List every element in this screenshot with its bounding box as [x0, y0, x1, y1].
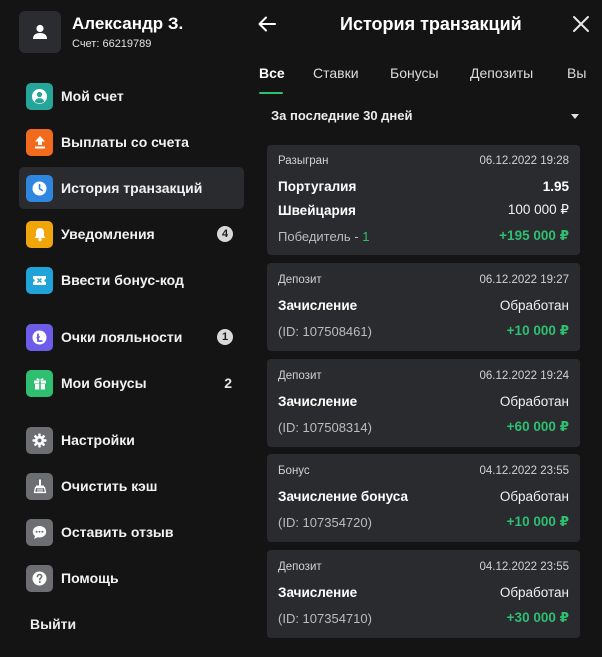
sidebar-item-label: Очки лояльности	[61, 329, 183, 345]
transaction-amount: +10 000 ₽	[506, 323, 569, 338]
clock-icon	[26, 174, 53, 202]
transaction-status: Обработан	[499, 489, 569, 504]
loyalty-count-badge: 1	[217, 329, 233, 345]
ticket-icon	[26, 266, 53, 294]
page-title: История транзакций	[340, 14, 522, 34]
transaction-card[interactable]: Депозит 04.12.2022 23:55 Зачисление Обра…	[267, 550, 580, 638]
transaction-card[interactable]: Депозит 06.12.2022 19:24 Зачисление Обра…	[267, 359, 580, 447]
transaction-card[interactable]: Депозит 06.12.2022 19:27 Зачисление Обра…	[267, 263, 580, 351]
active-tab-indicator	[259, 92, 283, 94]
transaction-date: 04.12.2022 23:55	[479, 465, 569, 477]
chat-icon	[26, 518, 53, 546]
transaction-id: (ID: 107508461)	[278, 323, 372, 339]
transaction-card[interactable]: Бонус 04.12.2022 23:55 Зачисление бонуса…	[267, 454, 580, 542]
transaction-date: 06.12.2022 19:28	[479, 155, 569, 167]
transaction-status: Обработан	[499, 585, 569, 600]
transaction-title: Зачисление	[278, 298, 358, 313]
bonus-count: 2	[224, 375, 232, 391]
help-icon	[26, 564, 53, 592]
transaction-id: (ID: 107508314)	[278, 419, 372, 435]
sidebar-item-bonus-code[interactable]: Ввести бонус-код	[19, 259, 244, 301]
bet-winner: Победитель - 1	[278, 228, 370, 244]
user-circle-icon	[26, 82, 53, 110]
user-account-number: Счет: 66219789	[72, 37, 152, 50]
transaction-type: Депозит	[278, 561, 322, 573]
sidebar-item-label: Очистить кэш	[61, 478, 158, 494]
transaction-amount: +30 000 ₽	[506, 610, 569, 625]
tab-deposits[interactable]: Депозиты	[470, 64, 533, 82]
sidebar-item-label: Ввести бонус-код	[61, 272, 184, 288]
transaction-amount: +195 000 ₽	[499, 228, 569, 243]
sidebar-item-label: Выплаты со счета	[61, 134, 189, 150]
upload-icon	[26, 128, 53, 156]
transaction-card[interactable]: Разыгран 06.12.2022 19:28 Португалия 1.9…	[267, 145, 580, 255]
close-icon[interactable]	[571, 14, 591, 34]
sidebar-item-clear-cache[interactable]: Очистить кэш	[19, 465, 244, 507]
bet-team: Португалия	[278, 179, 357, 194]
tab-bonuses[interactable]: Бонусы	[390, 64, 439, 82]
gift-icon	[26, 369, 53, 397]
sidebar-item-label: Мои бонусы	[61, 375, 147, 391]
user-name: Александр З.	[72, 13, 184, 33]
loyalty-icon	[26, 323, 53, 351]
transaction-amount: +60 000 ₽	[506, 419, 569, 434]
transaction-title: Зачисление бонуса	[278, 489, 408, 504]
bet-odds: 1.95	[542, 179, 569, 194]
transaction-date: 04.12.2022 23:55	[479, 561, 569, 573]
bet-team: Швейцария	[278, 202, 356, 218]
transaction-title: Зачисление	[278, 585, 358, 600]
sidebar-item-label: Оставить отзыв	[61, 524, 174, 540]
transaction-type: Депозит	[278, 370, 322, 382]
sidebar-item-loyalty-points[interactable]: Очки лояльности 1	[19, 316, 244, 358]
sidebar-item-label: Помощь	[61, 570, 119, 586]
transaction-id: (ID: 107354710)	[278, 610, 372, 626]
user-icon	[33, 24, 47, 39]
transaction-amount: +10 000 ₽	[506, 514, 569, 529]
gear-icon	[26, 426, 53, 454]
sidebar-item-my-account[interactable]: Мой счет	[19, 75, 244, 117]
bet-stake: 100 000 ₽	[507, 202, 569, 217]
logout-button[interactable]: Выйти	[30, 616, 76, 632]
transaction-status: Обработан	[499, 298, 569, 313]
sidebar-item-settings[interactable]: Настройки	[19, 419, 244, 461]
sidebar-item-my-bonuses[interactable]: Мои бонусы 2	[19, 362, 244, 404]
transaction-title: Зачисление	[278, 394, 358, 409]
sidebar-item-label: Мой счет	[61, 88, 124, 104]
tab-withdrawals[interactable]: Вы	[567, 64, 586, 82]
sidebar: Александр З. Счет: 66219789 Мой счет Вып…	[0, 0, 250, 657]
transaction-type: Депозит	[278, 274, 322, 286]
user-profile[interactable]: Александр З. Счет: 66219789	[19, 11, 183, 53]
sidebar-item-help[interactable]: Помощь	[19, 557, 244, 599]
sidebar-item-label: История транзакций	[61, 180, 203, 196]
period-filter-label: За последние 30 дней	[271, 108, 413, 123]
sidebar-item-feedback[interactable]: Оставить отзыв	[19, 511, 244, 553]
bell-icon	[26, 220, 53, 248]
chevron-down-icon	[571, 114, 579, 119]
transaction-id: (ID: 107354720)	[278, 514, 372, 530]
transaction-date: 06.12.2022 19:24	[479, 370, 569, 382]
sidebar-item-label: Уведомления	[61, 226, 155, 242]
arrow-left-icon[interactable]	[256, 13, 278, 35]
transaction-status: Обработан	[499, 394, 569, 409]
transaction-type: Бонус	[278, 465, 310, 477]
notification-count-badge: 4	[217, 226, 233, 242]
sidebar-item-label: Настройки	[61, 432, 135, 448]
avatar	[19, 11, 61, 53]
sidebar-item-transaction-history[interactable]: История транзакций	[19, 167, 244, 209]
transaction-history-panel: История транзакций Все Ставки Бонусы Деп…	[250, 0, 602, 657]
sidebar-item-notifications[interactable]: Уведомления 4	[19, 213, 244, 255]
tab-all[interactable]: Все	[259, 64, 285, 82]
period-filter-dropdown[interactable]: За последние 30 дней	[271, 106, 581, 126]
tab-bets[interactable]: Ставки	[313, 64, 359, 82]
tab-bar: Все Ставки Бонусы Депозиты Вы	[250, 64, 602, 96]
transaction-date: 06.12.2022 19:27	[479, 274, 569, 286]
broom-icon	[26, 472, 53, 500]
sidebar-item-withdrawals[interactable]: Выплаты со счета	[19, 121, 244, 163]
transaction-type: Разыгран	[278, 155, 329, 167]
